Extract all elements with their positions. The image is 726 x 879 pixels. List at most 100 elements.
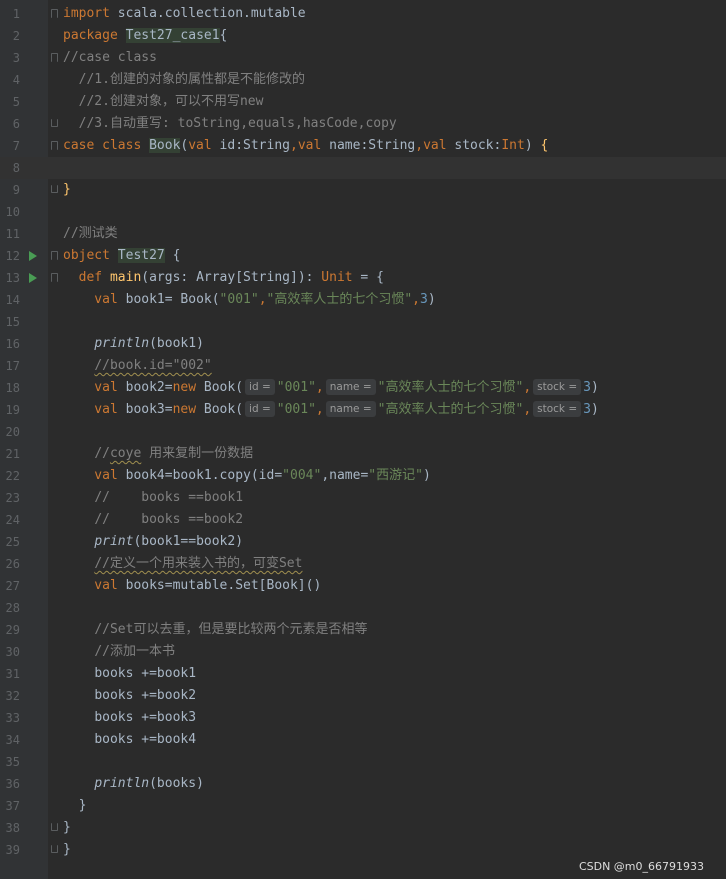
code-line[interactable]: 5 //2.创建对象，可以不用写new	[0, 91, 726, 113]
line-number: 37	[5, 799, 20, 813]
code-line[interactable]: 30 //添加一本书	[0, 641, 726, 663]
code-text: print(book1==book2)	[94, 534, 244, 549]
code-line[interactable]: 22 val book4=book1.copy(id="004",name="西…	[0, 465, 726, 487]
code-text: }	[78, 798, 87, 813]
line-number: 21	[5, 447, 20, 461]
code-line[interactable]: 19 val book3=new Book(id = "001", name = "高…	[0, 399, 726, 421]
line-number: 25	[5, 535, 20, 549]
code-line[interactable]: 39 }	[0, 839, 726, 861]
fold-marker-icon[interactable]	[51, 119, 58, 127]
code-line[interactable]: 6 //3.自动重写: toString,equals,hasCode,copy	[0, 113, 726, 135]
line-number: 3	[12, 51, 20, 65]
code-line[interactable]: 10	[0, 201, 726, 223]
line-number: 28	[5, 601, 20, 615]
code-line[interactable]: 36 println(books)	[0, 773, 726, 795]
code-line[interactable]: 16 println(book1)	[0, 333, 726, 355]
code-text: val book2=new Book(id = "001", name = "高效率人…	[63, 379, 599, 395]
code-line[interactable]: 18 val book2=new Book(id = "001", name = "高…	[0, 377, 726, 399]
code-line[interactable]: 29 //Set可以去重，但是要比较两个元素是否相等	[0, 619, 726, 641]
line-number: 30	[5, 645, 20, 659]
line-number: 19	[5, 403, 20, 417]
code-line[interactable]: 33 books +=book3	[0, 707, 726, 729]
line-number: 17	[5, 359, 20, 373]
line-number: 14	[5, 293, 20, 307]
code-text: println(book1)	[94, 336, 204, 351]
fold-marker-icon[interactable]	[51, 251, 58, 260]
fold-marker-icon[interactable]	[51, 845, 58, 853]
code-line[interactable]: 1 import scala.collection.mutable	[0, 3, 726, 25]
code-line[interactable]: 35	[0, 751, 726, 773]
code-comment: //3.自动重写: toString,equals,hasCode,copy	[63, 116, 397, 131]
line-number: 16	[5, 337, 20, 351]
line-number: 18	[5, 381, 20, 395]
code-comment: //coye 用来复制一份数据	[94, 446, 254, 461]
line-number: 13	[5, 271, 20, 285]
line-number: 11	[5, 227, 20, 241]
watermark: CSDN @m0_66791933	[578, 860, 704, 873]
code-line[interactable]: 31 books +=book1	[0, 663, 726, 685]
fold-marker-icon[interactable]	[51, 823, 58, 831]
line-number: 8	[12, 161, 20, 175]
line-number: 12	[5, 249, 20, 263]
fold-marker-icon[interactable]	[51, 185, 58, 193]
parameter-hint: id =	[245, 401, 275, 417]
line-number: 31	[5, 667, 20, 681]
fold-marker-icon[interactable]	[51, 273, 58, 282]
code-line[interactable]: 11 //测试类	[0, 223, 726, 245]
fold-marker-icon[interactable]	[51, 141, 58, 150]
code-line[interactable]: 20	[0, 421, 726, 443]
code-line[interactable]: 34 books +=book4	[0, 729, 726, 751]
code-comment: // books ==book1	[94, 490, 244, 505]
line-number: 2	[12, 29, 20, 43]
code-text: object Test27 {	[63, 248, 181, 263]
code-line[interactable]: 2 package Test27_case1{	[0, 25, 726, 47]
code-text: import scala.collection.mutable	[63, 6, 306, 21]
parameter-hint: stock =	[533, 401, 582, 417]
fold-marker-icon[interactable]	[51, 9, 58, 18]
code-text: books +=book3	[94, 710, 197, 725]
code-comment: //Set可以去重，但是要比较两个元素是否相等	[94, 622, 368, 637]
code-line[interactable]: 15	[0, 311, 726, 333]
code-line[interactable]: 28	[0, 597, 726, 619]
parameter-hint: id =	[245, 379, 275, 395]
code-line[interactable]: 7 case class Book(val id:String,val name…	[0, 135, 726, 157]
code-line[interactable]: 23 // books ==book1	[0, 487, 726, 509]
code-line[interactable]: 14 val book1= Book("001","高效率人士的七个习惯",3)	[0, 289, 726, 311]
line-number: 9	[12, 183, 20, 197]
code-text: val book4=book1.copy(id="004",name="西游记"…	[63, 468, 431, 483]
run-icon[interactable]	[29, 251, 37, 261]
code-line[interactable]: 4 //1.创建的对象的属性都是不能修改的	[0, 69, 726, 91]
line-number: 24	[5, 513, 20, 527]
code-text: }	[63, 842, 71, 857]
code-line[interactable]: 17 //book.id="002"	[0, 355, 726, 377]
code-line[interactable]: 27 val books=mutable.Set[Book]()	[0, 575, 726, 597]
code-text: case class Book(val id:String,val name:S…	[63, 138, 549, 153]
code-line[interactable]: 37 }	[0, 795, 726, 817]
line-number: 38	[5, 821, 20, 835]
code-line[interactable]: 26 //定义一个用来装入书的，可变Set	[0, 553, 726, 575]
code-comment: //测试类	[63, 226, 118, 241]
code-line[interactable]: 9 }	[0, 179, 726, 201]
code-line[interactable]: 25 print(book1==book2)	[0, 531, 726, 553]
code-line[interactable]: 24 // books ==book2	[0, 509, 726, 531]
line-number: 15	[5, 315, 20, 329]
code-line[interactable]: 8	[0, 157, 726, 179]
code-line[interactable]: 13 def main(args: Array[String]): Unit =…	[0, 267, 726, 289]
code-line[interactable]: 12 object Test27 {	[0, 245, 726, 267]
line-number: 22	[5, 469, 20, 483]
parameter-hint: name =	[325, 401, 376, 417]
code-text: books +=book1	[94, 666, 197, 681]
line-number: 33	[5, 711, 20, 725]
code-editor[interactable]: 1 import scala.collection.mutable 2 pack…	[0, 3, 726, 861]
code-comment: //2.创建对象，可以不用写new	[63, 94, 264, 109]
parameter-hint: name =	[325, 379, 376, 395]
code-line[interactable]: 21 //coye 用来复制一份数据	[0, 443, 726, 465]
run-icon[interactable]	[29, 273, 37, 283]
line-number: 36	[5, 777, 20, 791]
code-line[interactable]: 3 //case class	[0, 47, 726, 69]
code-line[interactable]: 38 }	[0, 817, 726, 839]
fold-marker-icon[interactable]	[51, 53, 58, 62]
line-number: 27	[5, 579, 20, 593]
code-line[interactable]: 32 books +=book2	[0, 685, 726, 707]
line-number: 1	[12, 7, 20, 21]
